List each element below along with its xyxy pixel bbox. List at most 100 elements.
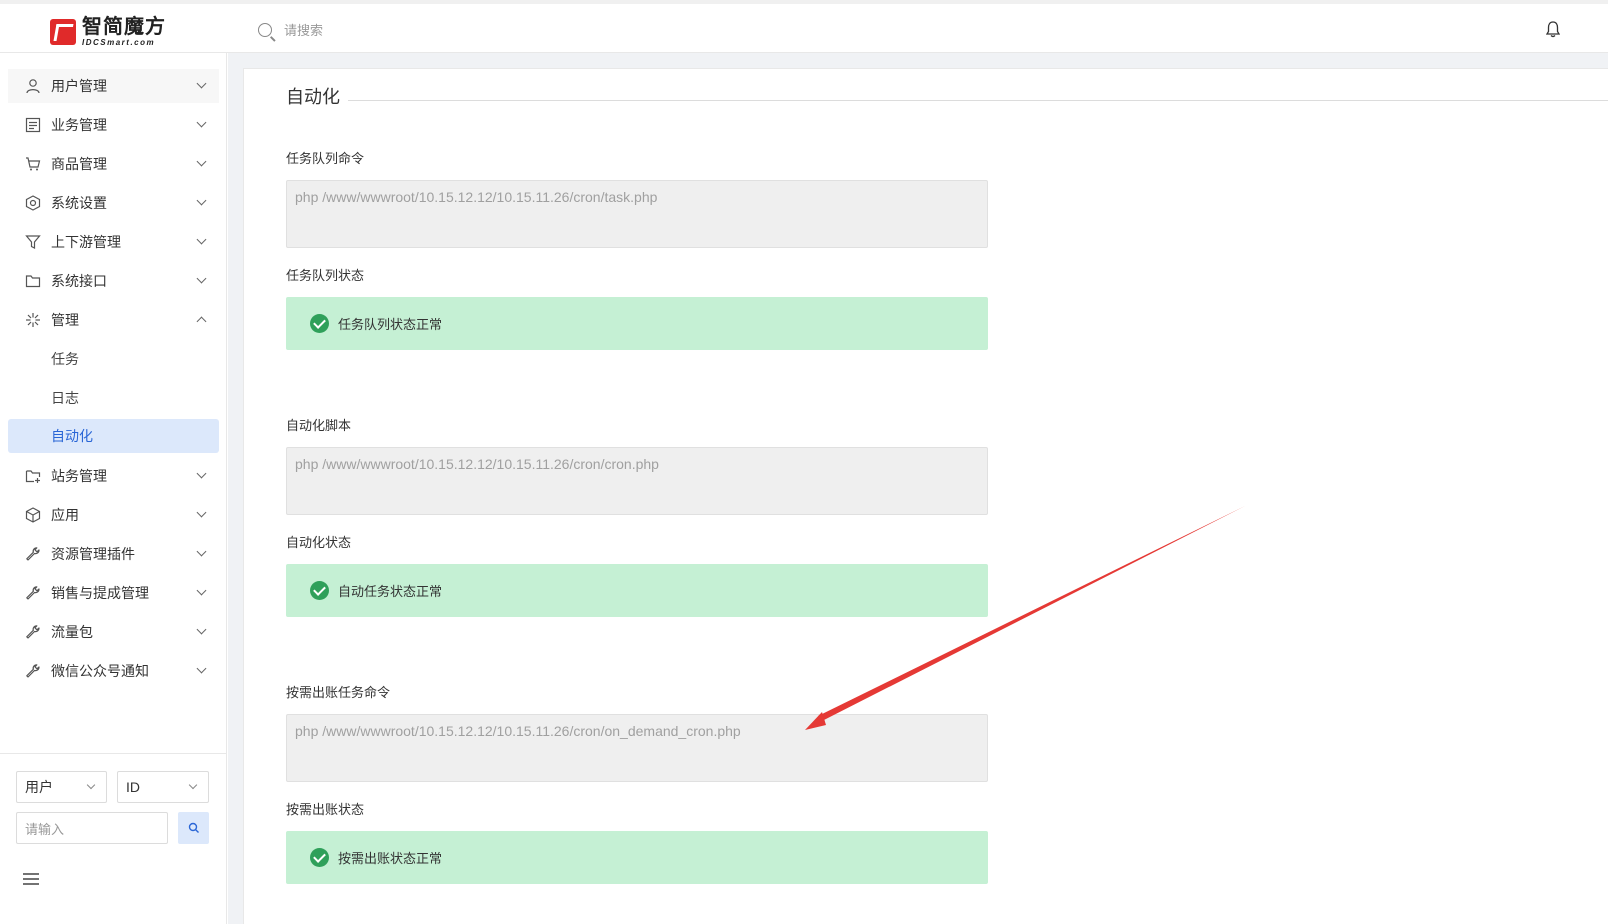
- task-queue-command-label: 任务队列命令: [286, 151, 365, 166]
- on-demand-billing-command-label: 按需出账任务命令: [286, 685, 391, 700]
- status-text: 任务队列状态正常: [338, 317, 443, 332]
- chevron-down-icon: [188, 780, 198, 790]
- cart-icon: [24, 155, 42, 173]
- sidebar-subitem-label: 自动化: [51, 428, 93, 444]
- sidebar: 用户管理 业务管理 商品管理 系统设置 上下游管理 系统接口 管理 任务 日志 …: [0, 53, 227, 924]
- filter-icon: [24, 233, 42, 251]
- chevron-down-icon: [196, 663, 207, 674]
- command-text: php /www/wwwroot/10.15.12.12/10.15.11.26…: [295, 723, 741, 739]
- automation-status-label: 自动化状态: [286, 535, 352, 550]
- search-bar[interactable]: 请搜索: [258, 20, 323, 39]
- sidebar-search-button[interactable]: [178, 812, 209, 844]
- user-icon: [24, 77, 42, 95]
- sidebar-item-label: 资源管理插件: [51, 546, 135, 562]
- sidebar-item-resource-plugins[interactable]: 资源管理插件: [8, 537, 219, 571]
- sidebar-item-management[interactable]: 管理: [8, 303, 219, 337]
- chevron-down-icon: [196, 234, 207, 245]
- sidebar-item-label: 应用: [51, 507, 79, 523]
- command-text: php /www/wwwroot/10.15.12.12/10.15.11.26…: [295, 189, 658, 205]
- sidebar-item-label: 站务管理: [51, 468, 107, 484]
- sidebar-search-input[interactable]: 请输入: [16, 812, 168, 844]
- bell-icon[interactable]: [1546, 21, 1560, 38]
- select-value: 用户: [25, 779, 53, 795]
- chevron-down-icon: [196, 624, 207, 635]
- chevron-down-icon: [196, 468, 207, 479]
- wrench-icon: [24, 623, 42, 641]
- wrench-icon: [24, 584, 42, 602]
- task-queue-command-field[interactable]: php /www/wwwroot/10.15.12.12/10.15.11.26…: [286, 180, 988, 248]
- sidebar-item-label: 商品管理: [51, 156, 107, 172]
- sidebar-divider: [0, 753, 227, 754]
- logo-text: 智简魔方: [82, 16, 166, 38]
- automation-script-label: 自动化脚本: [286, 418, 352, 433]
- page-title: 自动化: [286, 87, 340, 107]
- logo[interactable]: 智简魔方 IDCSmart.com: [50, 17, 166, 47]
- sidebar-item-label: 上下游管理: [51, 234, 121, 250]
- automation-status-alert: 自动任务状态正常: [286, 564, 988, 617]
- sidebar-item-label: 系统接口: [51, 273, 107, 289]
- sidebar-item-upstream-downstream[interactable]: 上下游管理: [8, 225, 219, 259]
- box-icon: [24, 506, 42, 524]
- sidebar-item-system-settings[interactable]: 系统设置: [8, 186, 219, 220]
- sidebar-subitem-label: 任务: [51, 351, 79, 367]
- automation-script-field[interactable]: php /www/wwwroot/10.15.12.12/10.15.11.26…: [286, 447, 988, 515]
- sidebar-item-traffic-package[interactable]: 流量包: [8, 615, 219, 649]
- sidebar-item-system-interface[interactable]: 系统接口: [8, 264, 219, 298]
- menu-toggle-icon[interactable]: [23, 873, 39, 885]
- chevron-down-icon: [196, 195, 207, 206]
- wrench-icon: [24, 545, 42, 563]
- search-icon: [188, 822, 199, 833]
- title-divider: [348, 100, 1608, 101]
- on-demand-billing-status-alert: 按需出账状态正常: [286, 831, 988, 884]
- status-text: 按需出账状态正常: [338, 851, 443, 866]
- sidebar-item-label: 销售与提成管理: [51, 585, 149, 601]
- sidebar-item-label: 流量包: [51, 624, 93, 640]
- check-circle-icon: [310, 314, 329, 333]
- logo-mark-icon: [50, 19, 76, 45]
- check-circle-icon: [310, 848, 329, 867]
- sidebar-item-sales-commission[interactable]: 销售与提成管理: [8, 576, 219, 610]
- sidebar-item-label: 微信公众号通知: [51, 663, 149, 679]
- settings-icon: [24, 194, 42, 212]
- on-demand-billing-status-label: 按需出账状态: [286, 802, 365, 817]
- sidebar-subitem-label: 日志: [51, 390, 79, 406]
- sparkle-icon: [24, 311, 42, 329]
- sidebar-item-apps[interactable]: 应用: [8, 498, 219, 532]
- input-placeholder: 请输入: [25, 821, 65, 837]
- select-value: ID: [126, 779, 140, 795]
- folder-icon: [24, 272, 42, 290]
- task-queue-status-alert: 任务队列状态正常: [286, 297, 988, 350]
- chevron-down-icon: [196, 273, 207, 284]
- wrench-icon: [24, 662, 42, 680]
- logo-subtext: IDCSmart.com: [82, 38, 156, 47]
- chevron-down-icon: [196, 585, 207, 596]
- sidebar-subitem-log[interactable]: 日志: [8, 381, 219, 415]
- search-type-select[interactable]: 用户: [16, 771, 107, 803]
- chevron-down-icon: [196, 507, 207, 518]
- sidebar-item-label: 系统设置: [51, 195, 107, 211]
- sidebar-item-business-management[interactable]: 业务管理: [8, 108, 219, 142]
- on-demand-billing-command-field[interactable]: php /www/wwwroot/10.15.12.12/10.15.11.26…: [286, 714, 988, 782]
- chevron-down-icon: [196, 78, 207, 89]
- sidebar-item-wechat-notify[interactable]: 微信公众号通知: [8, 654, 219, 688]
- status-text: 自动任务状态正常: [338, 584, 443, 599]
- search-field-select[interactable]: ID: [117, 771, 209, 803]
- command-text: php /www/wwwroot/10.15.12.12/10.15.11.26…: [295, 456, 659, 472]
- sidebar-item-label: 业务管理: [51, 117, 107, 133]
- list-icon: [24, 116, 42, 134]
- sidebar-item-product-management[interactable]: 商品管理: [8, 147, 219, 181]
- sidebar-subitem-automation[interactable]: 自动化: [8, 419, 219, 453]
- sidebar-subitem-task[interactable]: 任务: [8, 342, 219, 376]
- check-circle-icon: [310, 581, 329, 600]
- chevron-down-icon: [196, 117, 207, 128]
- sidebar-item-user-management[interactable]: 用户管理: [8, 69, 219, 103]
- sidebar-item-label: 管理: [51, 312, 79, 328]
- search-icon: [258, 22, 272, 37]
- task-queue-status-label: 任务队列状态: [286, 268, 365, 283]
- search-input[interactable]: 请搜索: [284, 20, 323, 39]
- chevron-down-icon: [196, 156, 207, 167]
- folder-plus-icon: [24, 467, 42, 485]
- chevron-down-icon: [86, 780, 96, 790]
- chevron-down-icon: [196, 546, 207, 557]
- sidebar-item-site-management[interactable]: 站务管理: [8, 459, 219, 493]
